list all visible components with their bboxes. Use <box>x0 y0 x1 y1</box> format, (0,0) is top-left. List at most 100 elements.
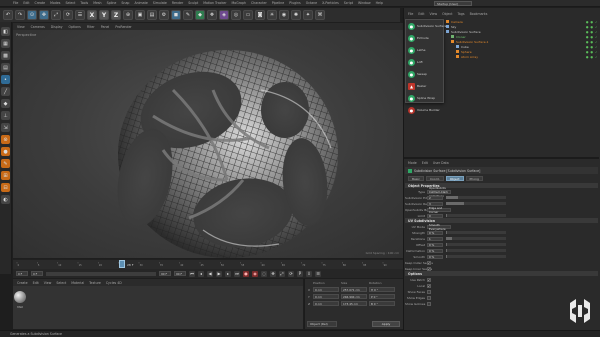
y-axis-lock-button[interactable]: Y <box>99 10 109 20</box>
viewport-menu-prorender[interactable]: ProRender <box>115 25 131 29</box>
light-icon[interactable]: ☀ <box>267 10 277 20</box>
om-menu-edit[interactable]: Edit <box>418 12 424 16</box>
menu-pipeline[interactable]: Pipeline <box>272 1 284 5</box>
attr-slider[interactable] <box>446 255 506 258</box>
previous-key-icon[interactable]: ◂ <box>198 270 204 277</box>
attr-value-field[interactable]: 0 % <box>427 248 443 253</box>
viewport[interactable]: Perspective Grid Spacing: 100 cm <box>13 30 403 258</box>
om-menu-object[interactable]: Object <box>442 12 452 16</box>
tab-basic[interactable]: Basic <box>408 176 424 181</box>
am-menu-user-data[interactable]: User Data <box>433 161 449 165</box>
sculpt-icon[interactable]: ✦ <box>303 10 313 20</box>
menu-animate[interactable]: Animate <box>134 1 147 5</box>
mesh-object[interactable] <box>13 30 403 258</box>
move-icon[interactable]: ✥ <box>39 10 49 20</box>
parameter-key-icon[interactable]: P <box>297 270 303 277</box>
render-picture-viewer-icon[interactable]: ▤ <box>147 10 157 20</box>
redo-icon[interactable]: ↷ <box>15 10 25 20</box>
menu-script[interactable]: Script <box>344 1 353 5</box>
rotation-z-field[interactable]: B 0 ° <box>369 301 395 306</box>
attr-value-field[interactable]: 0 <box>427 213 443 218</box>
lock-workplane-icon[interactable]: ⊟ <box>1 183 10 192</box>
object-name[interactable]: Camera <box>451 20 463 24</box>
viewport-menu-display[interactable]: Display <box>51 25 63 29</box>
menu-x-particles[interactable]: X-Particles <box>322 1 339 5</box>
field-icon[interactable]: ◎ <box>231 10 241 20</box>
material-menu-create[interactable]: Create <box>17 281 28 285</box>
tab-phong[interactable]: Phong <box>465 176 483 181</box>
position-y-field[interactable]: 0 cm <box>313 294 339 299</box>
material-menu-view[interactable]: View <box>44 281 52 285</box>
size-z-field[interactable]: 173.45 cm <box>341 301 367 306</box>
object-name[interactable]: Subdivision Surface <box>451 30 481 34</box>
rotation-key-icon[interactable]: ⟳ <box>288 270 294 277</box>
camera-icon[interactable]: ◙ <box>255 10 265 20</box>
viewport-menu-view[interactable]: View <box>17 25 25 29</box>
om-menu-file[interactable]: File <box>408 12 413 16</box>
object-name[interactable]: Cloner <box>456 35 466 39</box>
coordinate-system-icon[interactable]: ⊕ <box>123 10 133 20</box>
visibility-dots[interactable]: ● ● ✓ <box>586 30 598 34</box>
points-mode-icon[interactable]: • <box>1 75 10 84</box>
menu-help[interactable]: Help <box>376 1 383 5</box>
octane-icon[interactable]: ◉ <box>279 10 289 20</box>
checkbox[interactable]: ✓ <box>427 283 431 288</box>
visibility-dots[interactable]: ● ● ✓ <box>586 20 598 24</box>
attr-value-field[interactable]: 0 % <box>427 242 443 247</box>
x-axis-lock-button[interactable]: X <box>87 10 97 20</box>
size-y-field[interactable]: 246.994 cm <box>341 294 367 299</box>
min-frame-field[interactable]: 0 F <box>31 271 43 276</box>
viewport-menu-filter[interactable]: Filter <box>87 25 95 29</box>
popup-item-spline-wrap[interactable]: ● Spline Wrap <box>406 92 443 104</box>
layout-dropdown[interactable]: Startup (User) <box>434 0 472 6</box>
menu-mesh[interactable]: Mesh <box>93 1 101 5</box>
enable-axis-icon[interactable]: ⊥ <box>1 111 10 120</box>
play-backwards-icon[interactable]: ◀ <box>207 270 213 277</box>
polygons-mode-icon[interactable]: ◆ <box>1 99 10 108</box>
tab-object[interactable]: Object <box>445 176 464 181</box>
attr-slider[interactable] <box>446 249 506 252</box>
menu-window[interactable]: Window <box>358 1 371 5</box>
keyframe-selection-icon[interactable]: ◌ <box>261 270 267 277</box>
object-name[interactable]: Subdivision Surface.1 <box>456 40 488 44</box>
tab-coord[interactable]: Coord. <box>425 176 444 181</box>
visibility-dots[interactable]: ● ● ✓ <box>586 25 598 29</box>
object-tree-row[interactable]: Atom Array ● ● ✓ <box>446 54 598 59</box>
checkbox[interactable] <box>427 301 431 306</box>
attr-slider[interactable] <box>446 202 506 205</box>
render-settings-icon[interactable]: ⚙ <box>159 10 169 20</box>
visibility-dots[interactable]: ● ● ✓ <box>586 50 598 54</box>
scale-icon[interactable]: ⤢ <box>51 10 61 20</box>
menu-tools[interactable]: Tools <box>80 1 88 5</box>
menu-file[interactable]: File <box>13 1 18 5</box>
model-mode-icon[interactable]: ▦ <box>1 39 10 48</box>
floor-icon[interactable]: ▭ <box>243 10 253 20</box>
record-icon[interactable]: ● <box>243 270 249 277</box>
solo-icon[interactable]: ◐ <box>1 195 10 204</box>
z-axis-lock-button[interactable]: Z <box>111 10 121 20</box>
object-name[interactable]: Cube <box>461 45 469 49</box>
checkbox[interactable]: ✓ <box>427 266 431 271</box>
recent-tools-icon[interactable]: ☰ <box>75 10 85 20</box>
snap-icon[interactable]: ⊛ <box>1 135 10 144</box>
end-frame-field[interactable]: 90 F <box>174 271 186 276</box>
menu-modes[interactable]: Modes <box>50 1 60 5</box>
attr-value-field[interactable]: 1 <box>427 236 443 241</box>
cloner-icon[interactable]: ❖ <box>207 10 217 20</box>
attr-slider[interactable] <box>446 214 506 217</box>
preview-range-slider[interactable] <box>46 271 156 276</box>
attr-slider[interactable] <box>446 243 506 246</box>
menu-sculpt[interactable]: Sculpt <box>188 1 198 5</box>
make-editable-icon[interactable]: ◧ <box>1 27 10 36</box>
play-icon[interactable]: ▶ <box>216 270 222 277</box>
viewport-menu-options[interactable]: Options <box>69 25 81 29</box>
object-name[interactable]: Sphere <box>461 50 472 54</box>
brush-icon[interactable]: ✎ <box>1 159 10 168</box>
material-menu-select[interactable]: Select <box>56 281 66 285</box>
rotation-y-field[interactable]: P 0 ° <box>369 294 395 299</box>
material-menu-cycles-4d[interactable]: Cycles 4D <box>106 281 122 285</box>
popup-item-bezier[interactable]: ▲ Bezier <box>406 80 443 92</box>
attr-value-field[interactable]: 2 <box>427 195 443 200</box>
pen-icon[interactable]: ✎ <box>183 10 193 20</box>
size-x-field[interactable]: 257.071 cm <box>341 287 367 292</box>
